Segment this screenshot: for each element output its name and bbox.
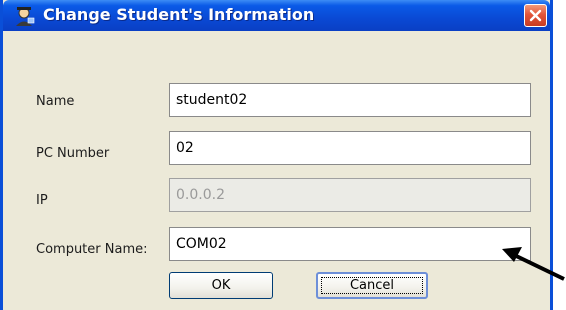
change-student-dialog: Change Student's Information Name studen… [0,0,553,310]
focus-ring [321,277,423,294]
cancel-button[interactable]: Cancel [316,272,428,299]
ok-button[interactable]: OK [169,272,273,299]
close-button[interactable] [524,4,547,27]
ip-input: 0.0.0.2 [169,178,531,212]
pointer-arrow-icon [502,247,565,281]
computer-name-label: Computer Name: [36,242,148,257]
close-icon [529,9,542,22]
window-title: Change Student's Information [43,5,315,24]
name-label: Name [36,94,75,109]
title-bar[interactable]: Change Student's Information [3,0,550,31]
pc-number-input[interactable]: 02 [169,131,531,165]
computer-name-input[interactable]: COM02 [169,227,531,261]
pc-number-label: PC Number [36,146,110,161]
student-icon [13,5,35,27]
name-input[interactable]: student02 [169,83,531,117]
ip-label: IP [36,193,48,208]
